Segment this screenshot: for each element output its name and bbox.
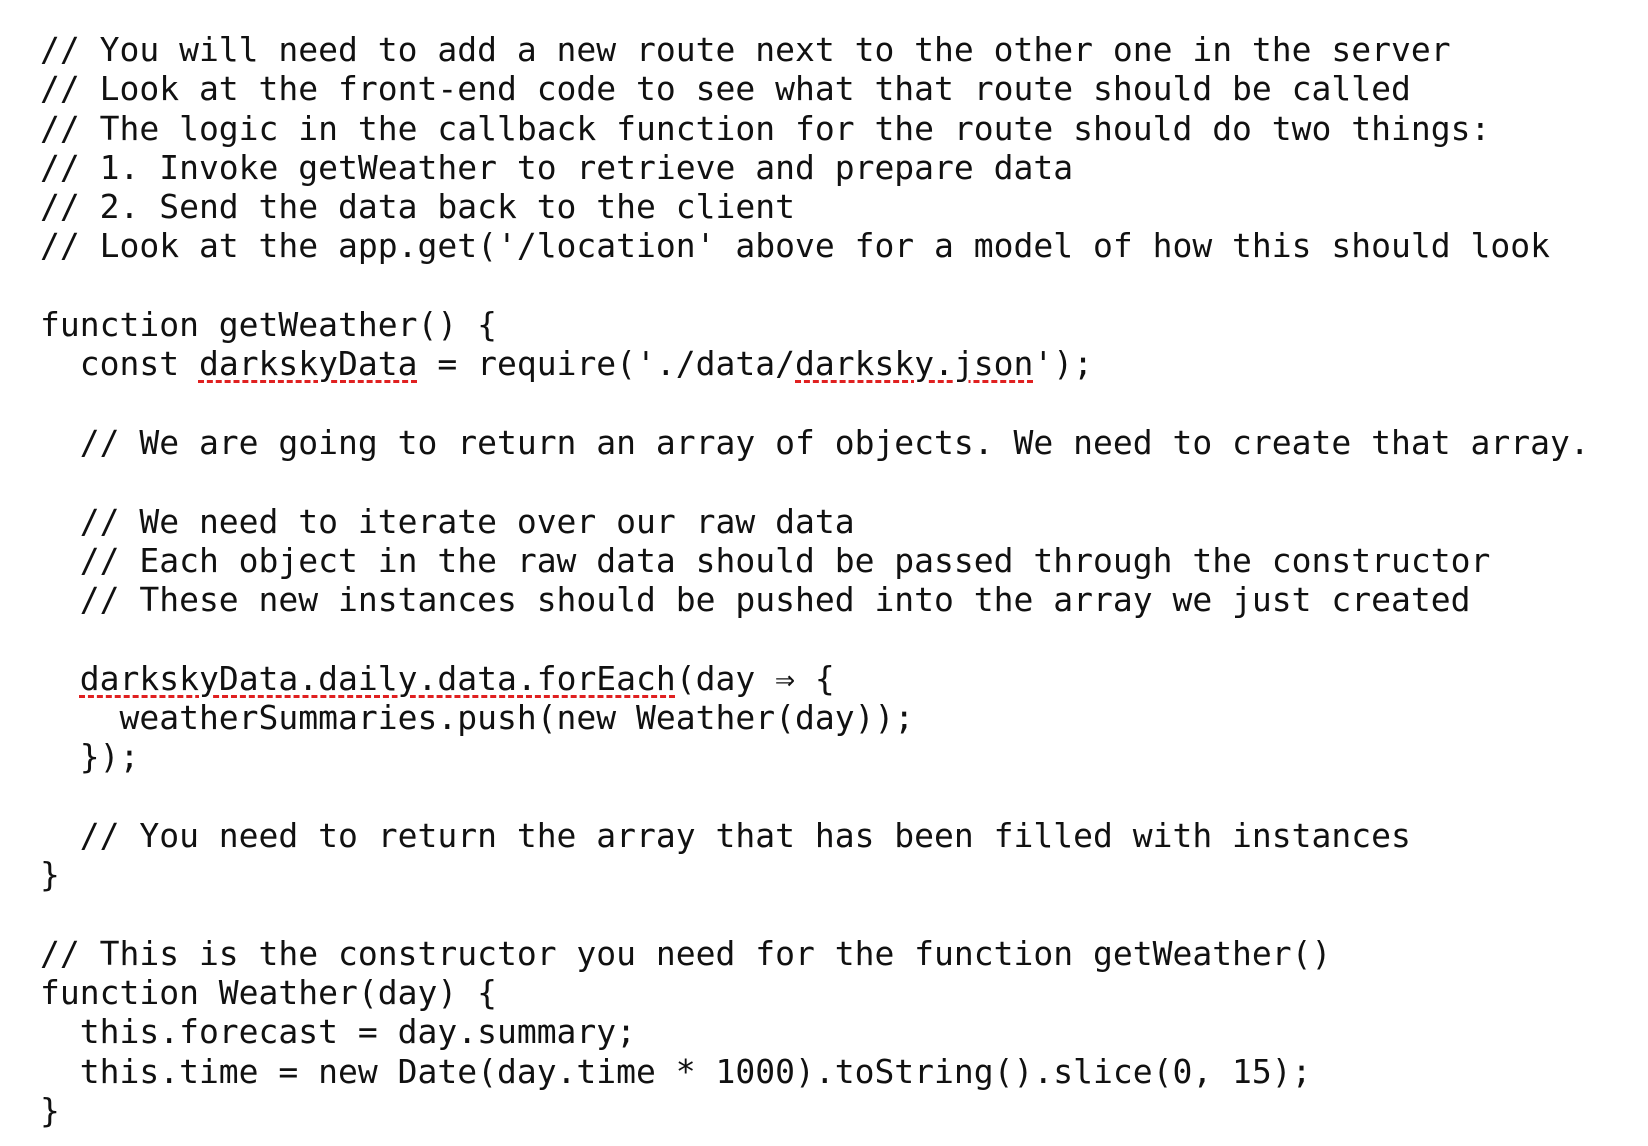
code-token: // Each object in the raw data should be… — [40, 540, 1491, 580]
code-token: // We need to iterate over our raw data — [40, 501, 855, 541]
code-token: // This is the constructor you need for … — [40, 933, 1332, 973]
code-line: // Each object in the raw data should be… — [40, 541, 1640, 580]
code-line: function Weather(day) { — [40, 973, 1640, 1012]
code-line: // This is the constructor you need for … — [40, 934, 1640, 973]
code-token: '); — [1033, 344, 1094, 384]
code-token: const — [40, 344, 199, 384]
code-line: // 1. Invoke getWeather to retrieve and … — [40, 148, 1640, 187]
code-line: const darkskyData = require('./data/dark… — [40, 344, 1640, 383]
spellcheck-flagged-token: darkskyData.daily.data.forEach — [79, 658, 676, 698]
code-line: // We are going to return an array of ob… — [40, 423, 1640, 462]
code-token: function getWeather() { — [40, 305, 497, 345]
code-line: } — [40, 855, 1640, 894]
code-line: // Look at the front-end code to see wha… — [40, 69, 1640, 108]
code-token: (day ⇒ { — [675, 658, 835, 698]
code-token: // You will need to add a new route next… — [40, 30, 1451, 69]
code-token: = require('./data/ — [417, 344, 795, 384]
code-token: function Weather(day) { — [40, 973, 497, 1013]
code-line: }); — [40, 737, 1640, 776]
code-line: weatherSummaries.push(new Weather(day)); — [40, 698, 1640, 737]
code-token: // Look at the front-end code to see wha… — [40, 69, 1411, 109]
code-line: // The logic in the callback function fo… — [40, 109, 1640, 148]
code-token: // You need to return the array that has… — [40, 815, 1411, 855]
code-token: // We are going to return an array of ob… — [40, 422, 1590, 462]
code-line: // These new instances should be pushed … — [40, 580, 1640, 619]
code-line: // We need to iterate over our raw data — [40, 502, 1640, 541]
code-token: // Look at the app.get('/location' above… — [40, 226, 1550, 266]
code-token: } — [40, 1091, 60, 1131]
code-line: this.time = new Date(day.time * 1000).to… — [40, 1052, 1640, 1091]
code-token: weatherSummaries.push(new Weather(day)); — [40, 698, 915, 738]
code-line: darkskyData.daily.data.forEach(day ⇒ { — [40, 659, 1640, 698]
code-line: // Look at the app.get('/location' above… — [40, 226, 1640, 265]
code-line: function getWeather() { — [40, 305, 1640, 344]
code-line: // You will need to add a new route next… — [40, 30, 1640, 69]
code-line: // You need to return the array that has… — [40, 816, 1640, 855]
code-token: }); — [40, 737, 140, 777]
code-token: // 1. Invoke getWeather to retrieve and … — [40, 147, 1074, 187]
code-token: // 2. Send the data back to the client — [40, 187, 795, 227]
code-line: this.forecast = day.summary; — [40, 1012, 1640, 1051]
code-token: // The logic in the callback function fo… — [40, 108, 1491, 148]
code-token: // These new instances should be pushed … — [40, 580, 1471, 620]
code-token: this.time = new Date(day.time * 1000).to… — [40, 1051, 1312, 1091]
code-editor[interactable]: // You will need to add a new route next… — [40, 30, 1640, 1130]
spellcheck-flagged-token: darksky.json — [795, 344, 1034, 384]
code-line: } — [40, 1091, 1640, 1130]
spellcheck-flagged-token: darkskyData — [198, 344, 418, 384]
code-line: // 2. Send the data back to the client — [40, 187, 1640, 226]
code-token: } — [40, 855, 60, 895]
code-token: this.forecast = day.summary; — [40, 1012, 637, 1052]
